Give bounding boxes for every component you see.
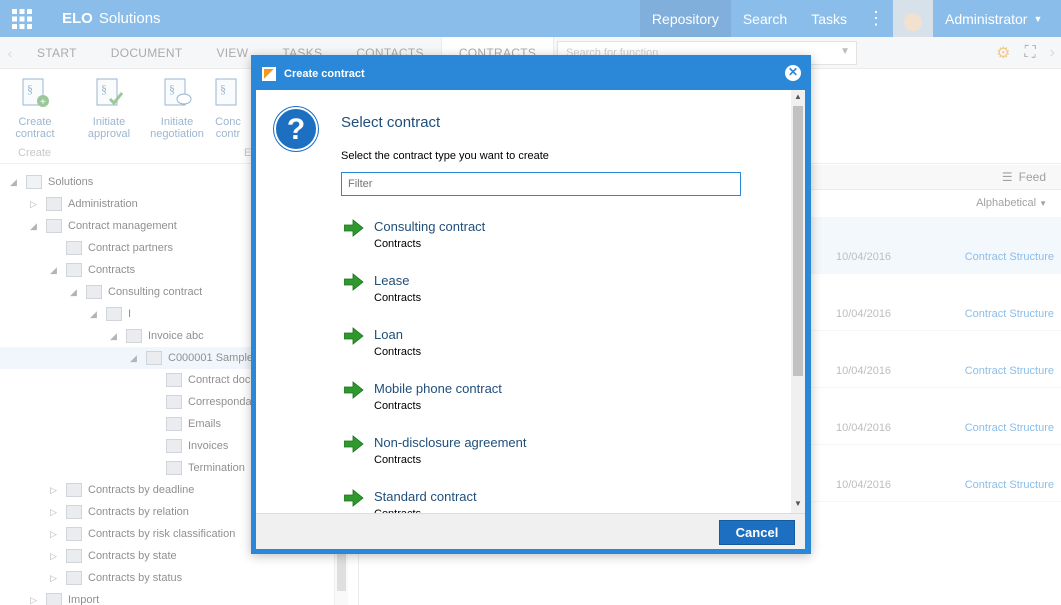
option-name: Lease bbox=[374, 273, 410, 288]
option-name: Loan bbox=[374, 327, 403, 342]
arrow-right-icon bbox=[344, 381, 364, 399]
dialog-scrollbar[interactable]: ▲ ▼ bbox=[791, 90, 805, 513]
dialog-footer: Cancel bbox=[256, 513, 805, 549]
dialog-body: ? Select contract Select the contract ty… bbox=[256, 90, 805, 513]
elo-logo-icon bbox=[262, 67, 276, 81]
dialog-title: Create contract bbox=[284, 68, 365, 80]
scroll-up-icon[interactable]: ▲ bbox=[791, 92, 805, 104]
dialog-subtitle: Select the contract type you want to cre… bbox=[341, 150, 549, 162]
arrow-right-icon bbox=[344, 219, 364, 237]
create-contract-dialog: Create contract ✕ ? Select contract Sele… bbox=[251, 55, 811, 554]
option-name: Mobile phone contract bbox=[374, 381, 502, 396]
cancel-button[interactable]: Cancel bbox=[719, 520, 795, 545]
option-category: Contracts bbox=[374, 346, 422, 358]
option-category: Contracts bbox=[374, 292, 422, 304]
option-name: Consulting contract bbox=[374, 219, 486, 234]
option-category: Contracts bbox=[374, 454, 422, 466]
option-category: Contracts bbox=[374, 400, 422, 412]
arrow-right-icon bbox=[344, 327, 364, 345]
filter-input[interactable] bbox=[341, 172, 741, 196]
option-name: Non-disclosure agreement bbox=[374, 435, 527, 450]
dialog-heading: Select contract bbox=[341, 114, 441, 131]
arrow-right-icon bbox=[344, 489, 364, 507]
option-name: Standard contract bbox=[374, 489, 477, 504]
close-icon[interactable]: ✕ bbox=[785, 65, 801, 81]
option-category: Contracts bbox=[374, 238, 422, 250]
scroll-down-icon[interactable]: ▼ bbox=[791, 499, 805, 511]
arrow-right-icon bbox=[344, 435, 364, 453]
arrow-right-icon bbox=[344, 273, 364, 291]
dialog-titlebar: Create contract bbox=[254, 58, 808, 90]
question-icon: ? bbox=[274, 107, 318, 151]
